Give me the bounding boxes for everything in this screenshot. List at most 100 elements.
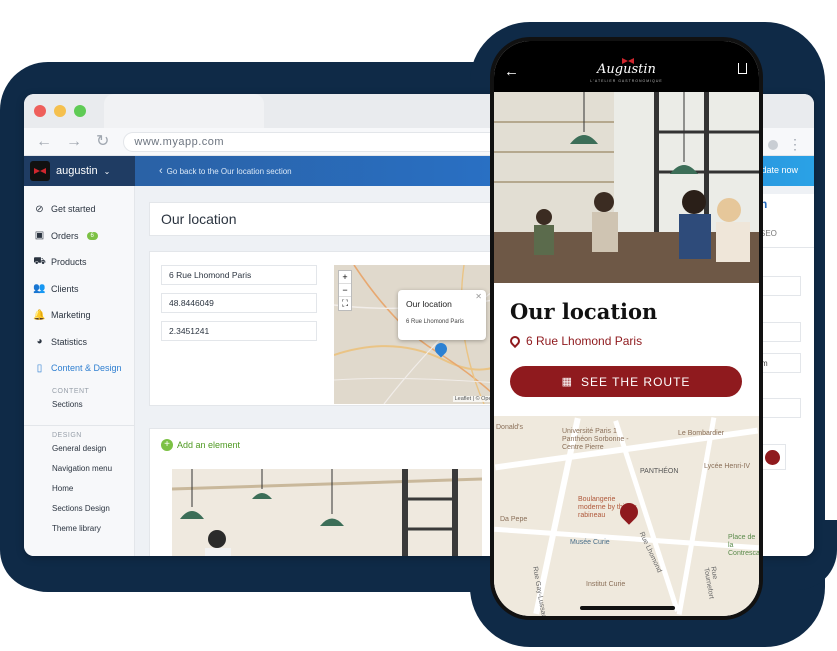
section-photo (172, 469, 482, 556)
phone-address-text: 6 Rue Lhomond Paris (526, 334, 643, 348)
chevron-left-icon: ‹ (159, 165, 163, 177)
sidebar-item-content-design[interactable]: ▯ Content & Design (24, 355, 134, 382)
settings-field-4[interactable] (759, 398, 801, 418)
color-swatch (765, 450, 780, 465)
sidebar-item-label: Orders (51, 230, 79, 241)
back-link-label: Go back to the Our location section (166, 166, 292, 176)
restaurant-photo (494, 92, 759, 283)
stage: ← → ↻ www.myapp.com ⋮ augustin ⌄ ‹ Go ba… (0, 0, 837, 651)
phone-icon: ▯ (36, 362, 43, 374)
sidebar-item-label: Statistics (51, 336, 88, 347)
see-route-button[interactable]: ▦ SEE THE ROUTE (510, 366, 742, 397)
brand-name: augustin (56, 165, 98, 177)
brand-switcher[interactable]: augustin ⌄ (24, 156, 135, 186)
settings-panel-bg (759, 194, 814, 556)
phone-title: Our location (510, 299, 658, 324)
sidebar-section-design: DESIGN (52, 431, 82, 439)
map-label: Donald's (496, 424, 524, 431)
maximize-window-icon[interactable] (74, 105, 86, 117)
sidebar-item-label: Products (51, 257, 87, 268)
sidebar-item-get-started[interactable]: ⊘ Get started (24, 196, 134, 223)
map-pin-icon (507, 333, 523, 349)
sidebar-sub-sections-design[interactable]: Sections Design (24, 499, 134, 519)
settings-field-3[interactable]: m (759, 353, 801, 373)
browser-tab[interactable] (104, 94, 264, 128)
share-icon[interactable] (738, 63, 747, 74)
close-icon[interactable]: ✕ (475, 292, 482, 301)
phone-map[interactable]: Donald's Université Paris 1 Panthéon Sor… (494, 416, 759, 616)
settings-field-2[interactable] (759, 322, 801, 342)
profile-icon[interactable] (768, 139, 778, 150)
sidebar-sub-home[interactable]: Home (24, 479, 134, 499)
sidebar-item-label: Marketing (51, 310, 91, 321)
cart-icon: ⛟ (33, 255, 46, 267)
map-label: Da Pepe (500, 516, 528, 523)
map-icon: ▦ (561, 376, 573, 388)
sidebar-item-clients[interactable]: 👥 Clients (24, 276, 134, 303)
map-popup-address: 6 Rue Lhomond Paris (406, 319, 465, 325)
sidebar-divider (24, 424, 134, 426)
settings-panel: n SEO m (759, 194, 814, 556)
add-element-button[interactable]: + Add an element (161, 439, 240, 451)
restaurant-illustration (494, 92, 759, 283)
reload-icon[interactable]: ↻ (96, 133, 109, 150)
phone-header: ← Augustin L'ATELIER GASTRONOMIQUE (494, 41, 759, 92)
phone-logo: Augustin (597, 62, 656, 77)
url-bar[interactable]: www.myapp.com (123, 131, 504, 152)
kebab-menu-icon[interactable]: ⋮ (788, 136, 802, 153)
home-indicator (580, 606, 675, 610)
sidebar-sub-theme-library[interactable]: Theme library (24, 519, 134, 539)
plus-icon: + (161, 439, 173, 451)
map-label: Musée Curie (570, 539, 610, 546)
settings-field-1[interactable] (759, 276, 801, 296)
sidebar-sub-general-design[interactable]: General design (24, 439, 134, 459)
phone-mockup: ← Augustin L'ATELIER GASTRONOMIQUE Our l… (490, 37, 763, 620)
sidebar-item-statistics[interactable]: ◕ Statistics (24, 329, 134, 356)
address-field[interactable]: 6 Rue Lhomond Paris (161, 265, 317, 285)
map-popup: ✕ Our location 6 Rue Lhomond Paris (398, 290, 486, 340)
map-label: Institut Curie (586, 581, 626, 588)
sidebar-item-label: Content & Design (51, 363, 122, 374)
orders-badge: 6 (86, 231, 98, 240)
phone-logo-sub: L'ATELIER GASTRONOMIQUE (590, 79, 663, 83)
brand-logo-icon (30, 161, 50, 181)
zoom-out-button[interactable]: − (339, 284, 351, 297)
sidebar-sub-sections[interactable]: Sections (24, 395, 134, 415)
add-element-label: Add an element (177, 440, 241, 450)
longitude-field[interactable]: 2.3451241 (161, 321, 317, 341)
map-label: Rue Tournefort (702, 566, 719, 600)
sidebar-sub-navigation-menu[interactable]: Navigation menu (24, 459, 134, 479)
color-picker[interactable] (759, 444, 786, 470)
sidebar-item-label: Get started (51, 204, 96, 215)
pie-chart-icon: ◕ (36, 336, 43, 348)
back-arrow-icon[interactable]: ← (36, 133, 52, 150)
map-label: Place de la Contrescarpe (728, 534, 759, 557)
forward-arrow-icon[interactable]: → (66, 133, 82, 150)
close-window-icon[interactable] (34, 105, 46, 117)
back-link[interactable]: ‹ Go back to the Our location section (159, 165, 292, 177)
sidebar-item-products[interactable]: ⛟ Products (24, 249, 134, 276)
fullscreen-icon[interactable]: ⛶ (339, 297, 351, 310)
tab-divider (759, 247, 814, 248)
browser-nav-right: ⋮ (768, 136, 802, 153)
bell-icon: 🔔 (33, 309, 46, 321)
map-popup-title: Our location (406, 299, 452, 309)
latitude-field[interactable]: 48.8446049 (161, 293, 317, 313)
zoom-in-button[interactable]: + (339, 271, 351, 284)
sidebar-item-label: Clients (51, 283, 79, 294)
phone-screen: ← Augustin L'ATELIER GASTRONOMIQUE Our l… (494, 41, 759, 616)
sidebar-item-orders[interactable]: ▣ Orders 6 (24, 223, 134, 250)
photo-illustration (172, 469, 482, 556)
map-zoom-controls: + − ⛶ (338, 270, 352, 311)
map-label: Lycée Henri-IV (704, 463, 751, 470)
see-route-label: SEE THE ROUTE (580, 374, 691, 389)
map-label: Université Paris 1 Panthéon Sorbonne - C… (562, 428, 629, 451)
map-road (494, 526, 759, 551)
phone-address: 6 Rue Lhomond Paris (507, 333, 643, 349)
map-label: Le Bombardier (678, 430, 724, 437)
inbox-icon: ▣ (34, 230, 45, 242)
sidebar-item-marketing[interactable]: 🔔 Marketing (24, 302, 134, 329)
sidebar: ⊘ Get started ▣ Orders 6 ⛟ Products 👥 Cl… (24, 186, 135, 556)
minimize-window-icon[interactable] (54, 105, 66, 117)
sidebar-section-content: CONTENT (52, 387, 90, 395)
